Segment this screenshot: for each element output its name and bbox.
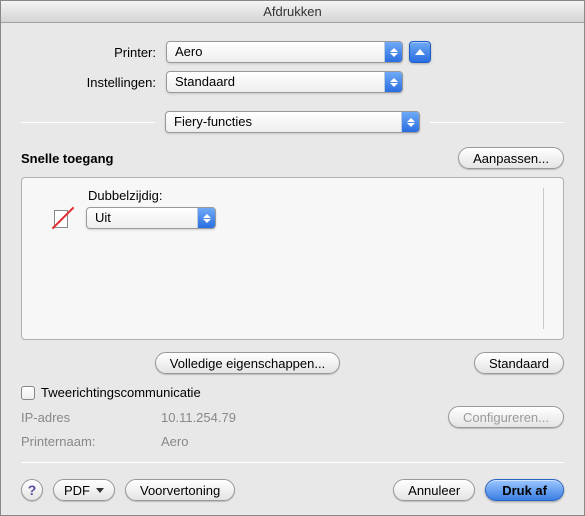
ip-label: IP-adres [21, 410, 161, 425]
twoway-label: Tweerichtingscommunicatie [41, 385, 201, 400]
quick-access-title: Snelle toegang [21, 151, 458, 166]
duplex-select-value: Uit [95, 208, 191, 228]
preview-button[interactable]: Voorvertoning [125, 479, 235, 501]
window-title: Afdrukken [1, 1, 584, 23]
footer-divider [21, 462, 564, 463]
updown-arrows-icon [401, 112, 419, 132]
printer-label: Printer: [21, 45, 166, 60]
configure-button[interactable]: Configureren... [448, 406, 564, 428]
duplex-select[interactable]: Uit [86, 207, 216, 229]
disclosure-toggle-button[interactable] [409, 41, 431, 63]
standard-button[interactable]: Standaard [474, 352, 564, 374]
ip-value: 10.11.254.79 [161, 410, 236, 425]
pdf-menu-label: PDF [64, 483, 90, 498]
ip-row: IP-adres 10.11.254.79 Configureren... [21, 406, 564, 428]
pdf-menu-button[interactable]: PDF [53, 479, 115, 501]
duplex-off-icon [50, 208, 76, 228]
dialog-content: Printer: Aero Instellingen: Standaard [1, 23, 584, 515]
customize-button[interactable]: Aanpassen... [458, 147, 564, 169]
help-button[interactable]: ? [21, 479, 43, 501]
quick-access-panel: Dubbelzijdig: Uit [21, 177, 564, 340]
duplex-label: Dubbelzijdig: [88, 188, 537, 203]
updown-arrows-icon [384, 72, 402, 92]
printer-row: Printer: Aero [21, 41, 564, 63]
printer-select[interactable]: Aero [166, 41, 403, 63]
printer-select-value: Aero [175, 42, 378, 62]
presets-label: Instellingen: [21, 75, 166, 90]
updown-arrows-icon [384, 42, 402, 62]
triangle-down-icon [96, 488, 104, 493]
quick-access-header: Snelle toegang Aanpassen... [21, 147, 564, 169]
twoway-row: Tweerichtingscommunicatie [21, 385, 564, 400]
pane-select[interactable]: Fiery-functies [165, 111, 420, 133]
pane-divider: Fiery-functies [21, 111, 564, 133]
dialog-footer: ? PDF Voorvertoning Annuleer Druk af [21, 471, 564, 501]
panel-scrollbar[interactable] [543, 188, 551, 329]
printername-value: Aero [161, 434, 188, 449]
print-dialog: Afdrukken Printer: Aero Instellingen: St… [0, 0, 585, 516]
props-button-row: Volledige eigenschappen... Standaard [21, 352, 564, 374]
presets-select-value: Standaard [175, 72, 378, 92]
twoway-checkbox[interactable]: Tweerichtingscommunicatie [21, 385, 201, 400]
updown-arrows-icon [197, 208, 215, 228]
print-button[interactable]: Druk af [485, 479, 564, 501]
presets-select[interactable]: Standaard [166, 71, 403, 93]
pane-select-value: Fiery-functies [174, 112, 395, 132]
printername-row: Printernaam: Aero [21, 434, 564, 449]
printername-label: Printernaam: [21, 434, 161, 449]
presets-row: Instellingen: Standaard [21, 71, 564, 93]
full-properties-button[interactable]: Volledige eigenschappen... [155, 352, 340, 374]
triangle-up-icon [415, 49, 425, 55]
cancel-button[interactable]: Annuleer [393, 479, 475, 501]
